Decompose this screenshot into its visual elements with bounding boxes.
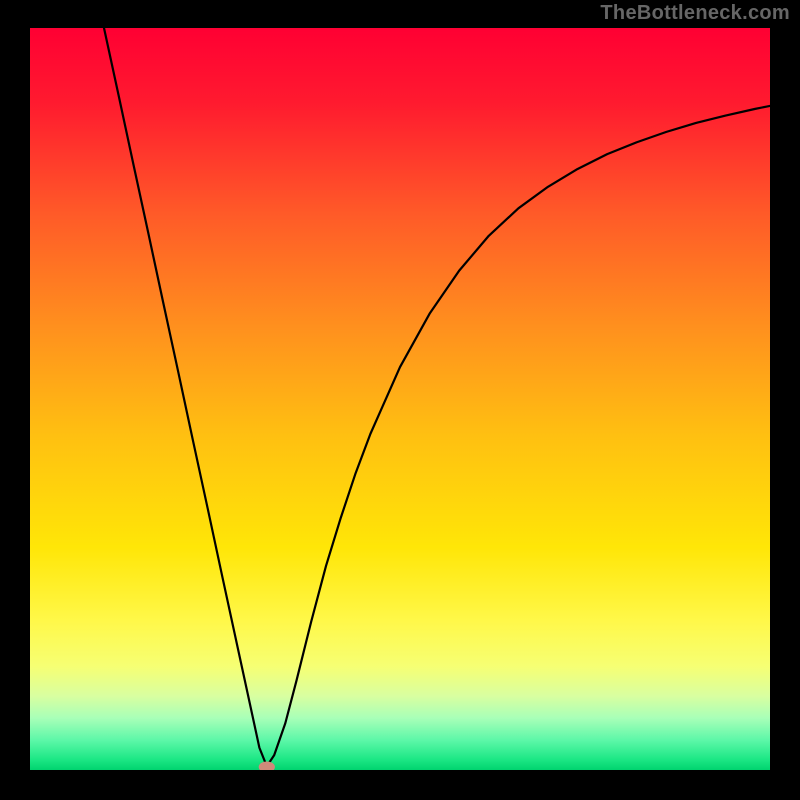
bottleneck-chart — [30, 28, 770, 770]
plot-area — [30, 28, 770, 770]
watermark-text: TheBottleneck.com — [600, 2, 790, 25]
chart-container: TheBottleneck.com — [0, 0, 800, 800]
chart-background — [30, 28, 770, 770]
